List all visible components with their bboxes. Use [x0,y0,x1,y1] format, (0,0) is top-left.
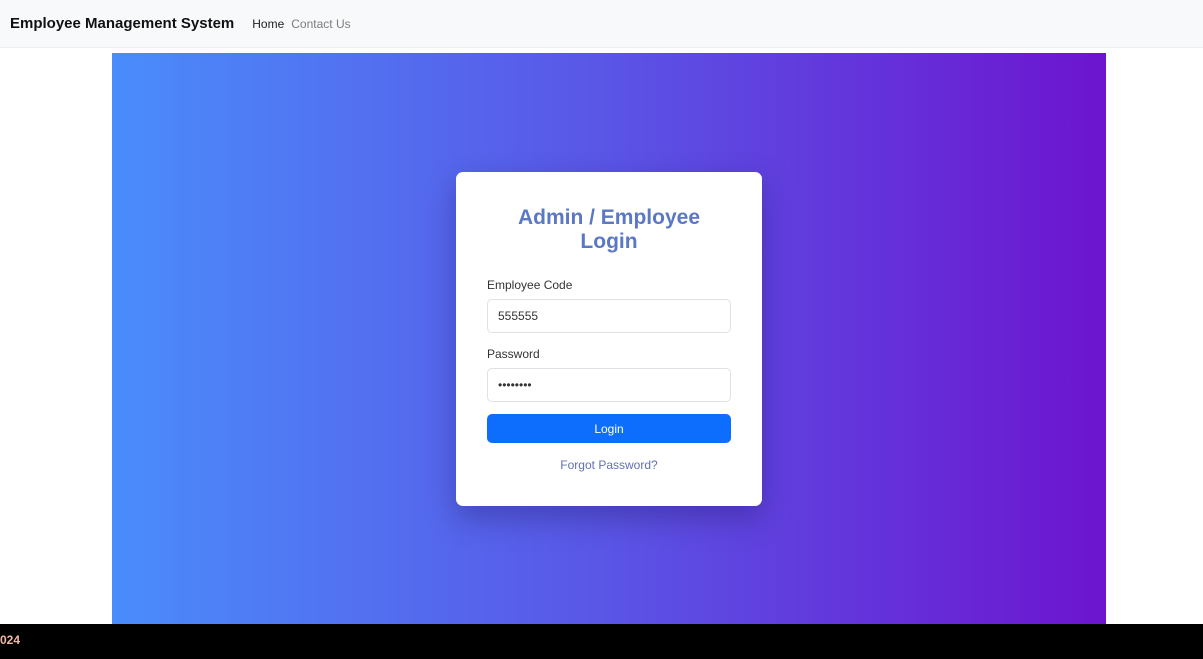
login-button[interactable]: Login [487,414,731,443]
footer-text: 024 [0,633,21,647]
employee-code-input[interactable] [487,299,731,333]
nav-link-contact-us[interactable]: Contact Us [291,17,350,31]
footer-bar: 024 [0,624,1203,659]
nav-link-home[interactable]: Home [252,17,284,31]
password-input[interactable] [487,368,731,402]
login-card: Admin / Employee Login Employee Code Pas… [456,172,762,506]
password-label: Password [487,347,540,361]
employee-code-label: Employee Code [487,278,573,292]
forgot-password-link[interactable]: Forgot Password? [487,458,731,472]
navbar: Employee Management System Home Contact … [0,0,1203,48]
navbar-brand[interactable]: Employee Management System [10,15,234,32]
login-title: Admin / Employee Login [517,206,701,253]
